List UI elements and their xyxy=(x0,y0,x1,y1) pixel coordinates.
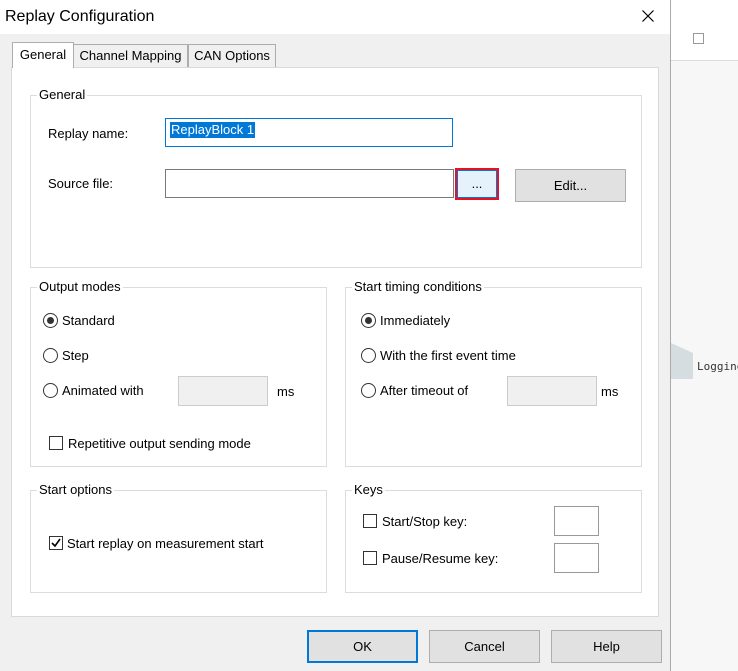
timeout-unit-label: ms xyxy=(601,384,619,399)
step-label: Step xyxy=(62,348,89,363)
immediately-label: Immediately xyxy=(380,313,451,328)
start-timing-title: Start timing conditions xyxy=(352,279,484,295)
background-titlebar xyxy=(671,0,738,61)
repetitive-label: Repetitive output sending mode xyxy=(68,436,251,451)
close-icon xyxy=(642,10,654,22)
keys-title: Keys xyxy=(352,482,385,498)
source-file-input[interactable] xyxy=(165,169,454,198)
tab-general[interactable]: General xyxy=(12,42,74,68)
tab-can-options[interactable]: CAN Options xyxy=(188,44,276,67)
after-timeout-radio[interactable] xyxy=(361,383,376,398)
start-stop-checkbox[interactable] xyxy=(363,514,377,528)
restore-icon[interactable] xyxy=(693,33,704,44)
standard-radio[interactable] xyxy=(43,313,58,328)
tab-channel-mapping[interactable]: Channel Mapping xyxy=(73,44,188,67)
first-event-radio[interactable] xyxy=(361,348,376,363)
after-timeout-label: After timeout of xyxy=(380,383,469,398)
animated-label: Animated with xyxy=(62,383,144,398)
logging-block-icon xyxy=(671,343,693,379)
browse-highlight xyxy=(455,168,499,200)
timeout-ms-input[interactable] xyxy=(507,376,597,406)
animated-ms-input[interactable] xyxy=(178,376,268,406)
start-replay-checkbox[interactable] xyxy=(49,536,63,550)
background-window: Logging xyxy=(671,0,738,671)
dialog-titlebar: Replay Configuration xyxy=(0,0,670,34)
pause-resume-checkbox[interactable] xyxy=(363,551,377,565)
start-stop-key-input[interactable] xyxy=(554,506,599,536)
edit-button[interactable]: Edit... xyxy=(515,169,626,202)
general-group-title: General xyxy=(37,87,88,103)
animated-unit-label: ms xyxy=(277,384,295,399)
replay-configuration-dialog: Replay Configuration General Channel Map… xyxy=(0,0,671,671)
replay-name-value: ReplayBlock 1 xyxy=(170,122,256,138)
start-stop-label: Start/Stop key: xyxy=(382,514,468,529)
immediately-radio[interactable] xyxy=(361,313,376,328)
pause-resume-key-input[interactable] xyxy=(554,543,599,573)
replay-name-label: Replay name: xyxy=(48,126,129,141)
close-button[interactable] xyxy=(626,0,670,34)
output-modes-title: Output modes xyxy=(37,279,123,295)
standard-label: Standard xyxy=(62,313,115,328)
help-button[interactable]: Help xyxy=(551,630,662,663)
cancel-button[interactable]: Cancel xyxy=(429,630,540,663)
replay-name-input[interactable]: ReplayBlock 1 xyxy=(165,118,453,147)
ok-button[interactable]: OK xyxy=(307,630,418,663)
source-file-label: Source file: xyxy=(48,176,114,191)
pause-resume-label: Pause/Resume key: xyxy=(382,551,499,566)
step-radio[interactable] xyxy=(43,348,58,363)
start-options-title: Start options xyxy=(37,482,114,498)
checkmark-icon xyxy=(51,538,61,548)
start-replay-label: Start replay on measurement start xyxy=(67,536,264,551)
animated-radio[interactable] xyxy=(43,383,58,398)
logging-label: Logging xyxy=(697,360,738,373)
first-event-label: With the first event time xyxy=(380,348,516,363)
dialog-title: Replay Configuration xyxy=(5,8,155,25)
repetitive-checkbox[interactable] xyxy=(49,436,63,450)
